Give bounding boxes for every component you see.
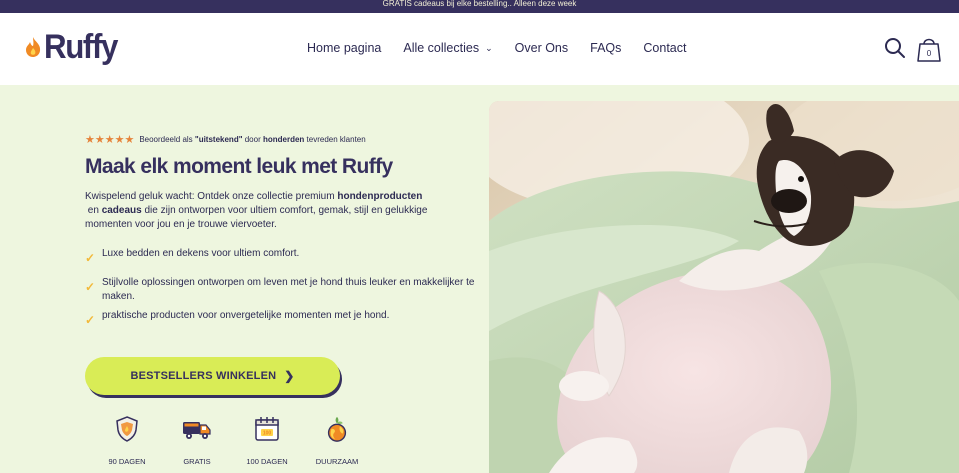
chevron-right-icon: ❯ xyxy=(284,369,295,383)
nav-collections[interactable]: Alle collecties ⌄ xyxy=(403,41,492,55)
announcement-text: GRATIS cadeaus bij elke bestelling.. All… xyxy=(382,0,577,8)
intro-part-1: Kwispelend geluk wacht: Ontdek onze coll… xyxy=(85,191,338,202)
hero-dog-photo xyxy=(489,101,959,473)
main-nav: Home pagina Alle collecties ⌄ Over Ons FA… xyxy=(307,41,709,55)
hero-intro: Kwispelend geluk wacht: Ontdek onze coll… xyxy=(85,190,465,232)
calendar-icon: 100 xyxy=(255,417,279,441)
rating-mid: door xyxy=(242,135,263,144)
benefit-text: Stijlvolle oplossingen ontworpen om leve… xyxy=(102,277,475,302)
nav-home-label: Home pagina xyxy=(307,41,382,55)
intro-part-2: en xyxy=(85,205,102,216)
cart-button[interactable]: 0 xyxy=(916,35,942,63)
benefit-text: praktische producten voor onvergetelijke… xyxy=(102,310,390,321)
shield-icon xyxy=(116,416,138,442)
cart-count: 0 xyxy=(927,49,932,58)
cta-label: BESTSELLERS WINKELEN xyxy=(130,370,277,382)
shop-bestsellers-button[interactable]: BESTSELLERS WINKELEN ❯ xyxy=(85,357,340,395)
rating-line: ★★★★★ Beoordeeld als "uitstekend" door h… xyxy=(85,133,366,146)
checkmark-icon: ✓ xyxy=(85,313,96,327)
nav-home[interactable]: Home pagina xyxy=(307,41,381,55)
ruffy-logo[interactable]: Ruffy xyxy=(24,27,123,67)
search-icon xyxy=(885,38,905,58)
hero-section: ★★★★★ Beoordeeld als "uitstekend" door h… xyxy=(0,85,959,473)
svg-text:100: 100 xyxy=(263,431,272,437)
nav-about-label: Over Ons xyxy=(514,41,569,55)
badge-sustainable: DUURZAAM xyxy=(302,415,372,466)
nav-collections-label: Alle collecties xyxy=(403,41,480,55)
badge-guarantee: 90 DAGEN xyxy=(92,415,162,466)
search-button[interactable] xyxy=(884,37,906,59)
announcement-bar: GRATIS cadeaus bij elke bestelling.. All… xyxy=(0,0,959,13)
nav-contact-label: Contact xyxy=(643,41,687,55)
site-header: Ruffy Home pagina Alle collecties ⌄ Over … xyxy=(0,13,959,85)
badge-shipping: GRATIS xyxy=(162,415,232,466)
checkmark-icon: ✓ xyxy=(85,251,96,265)
nav-about[interactable]: Over Ons xyxy=(515,41,569,55)
badge-label: GRATIS xyxy=(183,457,211,466)
logo-wordmark: Ruffy xyxy=(44,28,118,66)
badge-label: 100 DAGEN xyxy=(246,457,288,466)
truck-icon xyxy=(183,422,211,439)
list-item: ✓ Stijlvolle oplossingen ontworpen om lev… xyxy=(85,276,480,304)
benefit-list: ✓ Luxe bedden en dekens voor ultiem comfo… xyxy=(85,247,480,327)
badge-label: DUURZAAM xyxy=(315,457,359,466)
chevron-down-icon: ⌄ xyxy=(485,42,493,53)
intro-bold-1: hondenproducten xyxy=(337,191,423,202)
benefit-text: Luxe bedden en dekens voor ultiem comfor… xyxy=(102,248,300,259)
list-item: ✓ praktische producten voor onvergetelijk… xyxy=(85,309,480,327)
rating-stars: ★★★★★ xyxy=(85,134,135,146)
shopping-bag-icon: 0 xyxy=(917,38,941,62)
badge-returns: 100 100 DAGEN xyxy=(232,415,302,466)
rating-bold-1: "uitstekend" xyxy=(194,135,243,144)
intro-bold-2: cadeaus xyxy=(101,205,142,216)
badge-label: 90 DAGEN xyxy=(108,457,146,466)
rating-bold-2: honderden xyxy=(262,135,305,144)
list-item: ✓ Luxe bedden en dekens voor ultiem comfo… xyxy=(85,247,480,265)
nav-faqs[interactable]: FAQs xyxy=(590,41,621,55)
trust-badges: 90 DAGEN GRATIS 100 100 DAGEN DUURZAAM xyxy=(92,415,372,466)
rating-suffix: tevreden klanten xyxy=(304,135,366,144)
rating-prefix: Beoordeeld als xyxy=(139,135,195,144)
nav-contact[interactable]: Contact xyxy=(643,41,686,55)
checkmark-icon: ✓ xyxy=(85,280,96,294)
globe-icon xyxy=(327,416,347,442)
hero-headline: Maak elk moment leuk met Ruffy xyxy=(85,155,393,178)
nav-faqs-label: FAQs xyxy=(590,41,622,55)
flame-icon xyxy=(26,37,41,57)
dog-on-bed-image xyxy=(489,101,959,473)
